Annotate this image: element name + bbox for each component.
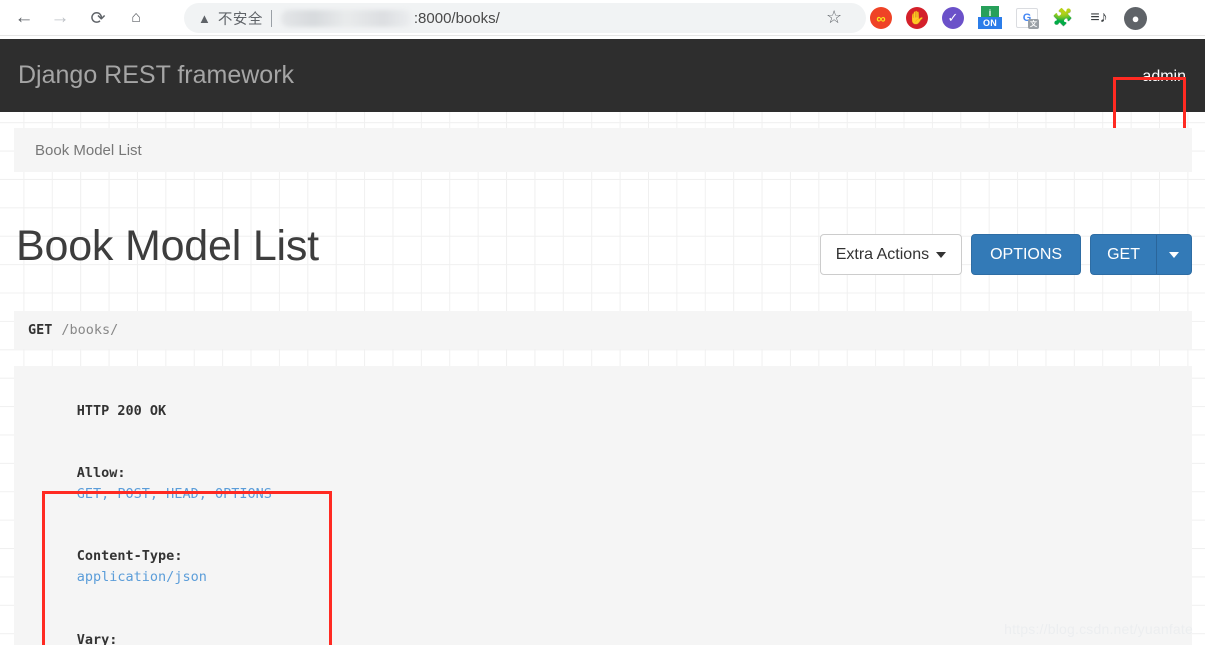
extra-actions-label: Extra Actions bbox=[835, 245, 930, 263]
header-key: Vary: bbox=[76, 631, 118, 645]
get-button[interactable]: GET bbox=[1090, 234, 1156, 275]
request-method: GET bbox=[28, 322, 53, 338]
get-split-button: GET bbox=[1090, 234, 1192, 275]
request-path: /books/ bbox=[61, 322, 119, 338]
page-title: Book Model List bbox=[16, 222, 319, 270]
admin-user-link[interactable]: admin bbox=[1142, 68, 1186, 86]
reload-icon[interactable]: ⟳ bbox=[83, 3, 113, 33]
stop-hand-extension-icon[interactable]: ✋ bbox=[906, 7, 928, 29]
address-bar[interactable]: ▲ 不安全 :8000/books/ bbox=[184, 3, 866, 33]
site-navbar: Django REST framework admin bbox=[0, 36, 1205, 112]
warning-triangle-icon: ▲ bbox=[198, 10, 211, 26]
header-value: GET, POST, HEAD, OPTIONS bbox=[76, 485, 272, 502]
header-key: Content-Type: bbox=[76, 548, 183, 565]
star-icon[interactable]: ☆ bbox=[826, 8, 842, 26]
google-translate-extension-icon[interactable]: G 文 bbox=[1016, 8, 1039, 29]
omnibox-divider bbox=[270, 9, 272, 27]
breadcrumb-item-book-model-list[interactable]: Book Model List bbox=[35, 142, 142, 159]
forward-arrow-icon[interactable]: → bbox=[45, 3, 75, 33]
music-playlist-extension-icon[interactable]: ≡♪ bbox=[1088, 7, 1110, 29]
options-label: OPTIONS bbox=[990, 245, 1063, 263]
on-badge-label: ON bbox=[978, 17, 1002, 29]
infinity-extension-icon[interactable]: ∞ bbox=[870, 7, 892, 29]
response-panel: HTTP 200 OK Allow: GET, POST, HEAD, OPTI… bbox=[14, 366, 1192, 645]
action-button-group: Extra Actions OPTIONS GET bbox=[819, 234, 1192, 275]
redacted-host-blur bbox=[280, 9, 412, 27]
get-dropdown-toggle[interactable] bbox=[1156, 234, 1192, 275]
response-header-content-type: Content-Type: application/json bbox=[28, 526, 1178, 609]
watermark: https://blog.csdn.net/yuanfate bbox=[1004, 621, 1193, 637]
profile-avatar-icon[interactable]: ● bbox=[1124, 6, 1147, 30]
chevron-down-icon bbox=[936, 251, 947, 258]
security-status-label: 不安全 bbox=[217, 11, 263, 28]
translate-sub-badge: 文 bbox=[1028, 19, 1039, 29]
browser-toolbar: ← → ⟳ ⌂ ▲ 不安全 :8000/books/ ☆ ∞ ✋ ✓ i ON … bbox=[0, 0, 1205, 36]
title-row: Book Model List Extra Actions OPTIONS GE… bbox=[0, 172, 1205, 275]
breadcrumb: Book Model List bbox=[14, 128, 1192, 172]
home-icon[interactable]: ⌂ bbox=[121, 3, 151, 33]
navbar-right: admin bbox=[1142, 39, 1186, 115]
url-text: :8000/books/ bbox=[413, 9, 500, 27]
puzzle-extensions-icon[interactable]: 🧩 bbox=[1052, 7, 1074, 29]
response-status-line: HTTP 200 OK bbox=[28, 380, 1178, 442]
status-text: HTTP 200 OK bbox=[76, 402, 167, 419]
main-content: Book Model List Extra Actions OPTIONS GE… bbox=[0, 172, 1205, 275]
options-button[interactable]: OPTIONS bbox=[971, 234, 1082, 275]
request-panel: GET /books/ bbox=[14, 311, 1192, 349]
chevron-down-icon bbox=[1169, 251, 1179, 258]
page-body: Django REST framework admin Book Model L… bbox=[0, 36, 1205, 645]
check-badge-extension-icon[interactable]: ✓ bbox=[942, 7, 964, 29]
back-arrow-icon[interactable]: ← bbox=[9, 3, 39, 33]
brand-title: Django REST framework bbox=[18, 61, 295, 89]
response-header-allow: Allow: GET, POST, HEAD, OPTIONS bbox=[28, 442, 1178, 525]
info-on-extension-icon[interactable]: i ON bbox=[978, 6, 1002, 30]
extension-toolbar: ∞ ✋ ✓ i ON G 文 🧩 ≡♪ ● bbox=[870, 0, 1147, 36]
extra-actions-button[interactable]: Extra Actions bbox=[819, 234, 963, 275]
header-key: Allow: bbox=[76, 465, 126, 482]
get-label: GET bbox=[1107, 245, 1140, 263]
header-value: application/json bbox=[76, 569, 207, 586]
